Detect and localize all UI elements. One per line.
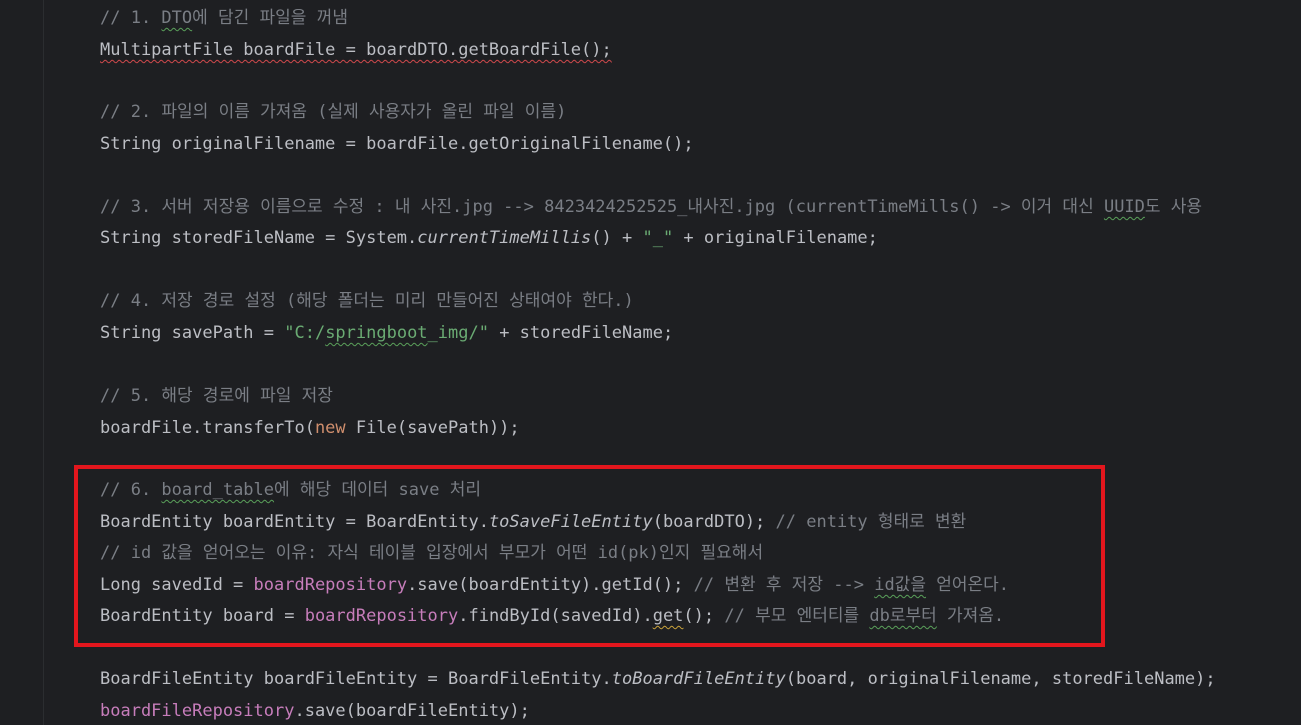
editor-gutter [0, 0, 44, 725]
code-token: BoardFileEntity boardFileEntity = BoardF… [100, 669, 612, 689]
comment-token: // 2. 파일의 이름 가져옴 (실제 사용자가 올린 파일 이름) [100, 102, 567, 122]
code-line-5[interactable]: // 3. 서버 저장용 이름으로 수정 : 내 사진.jpg --> 8423… [100, 192, 1202, 222]
code-token: + storedFileName; [488, 323, 674, 343]
comment-token-spellcheck: db로부터 [869, 606, 937, 626]
code-token-warning: get [652, 606, 684, 626]
code-token: String savePath = [100, 323, 285, 343]
field-token: boardFileRepository [100, 701, 295, 721]
comment-token: 얻어온다. [925, 575, 1009, 595]
comment-token-spellcheck: UUID [1103, 197, 1145, 217]
code-line-17[interactable]: boardFileRepository.save(boardFileEntity… [100, 696, 530, 725]
code-token: String originalFilename = boardFile.getO… [100, 134, 694, 154]
static-method-token: currentTimeMillis [417, 228, 592, 248]
code-token: .save(boardEntity).getId(); [407, 575, 694, 595]
static-method-token: toSaveFileEntity [488, 512, 653, 532]
field-token: boardRepository [253, 575, 408, 595]
static-method-token: toBoardFileEntity [611, 669, 786, 689]
code-token: boardFile.transferTo( [100, 418, 315, 438]
comment-token-spellcheck: DTO [161, 8, 193, 28]
comment-token: 도 사용 [1144, 197, 1203, 217]
comment-token: // 부모 엔터티를 [724, 606, 870, 626]
code-line-7[interactable]: // 4. 저장 경로 설정 (해당 폴더는 미리 만들어진 상태여야 한다.) [100, 286, 634, 316]
code-line-12[interactable]: BoardEntity boardEntity = BoardEntity.to… [100, 507, 966, 537]
code-token: (); [683, 606, 725, 626]
code-line-9[interactable]: // 5. 해당 경로에 파일 저장 [100, 381, 333, 411]
code-token: (board, originalFilename, storedFileName… [785, 669, 1216, 689]
code-line-8[interactable]: String savePath = "C:/springboot_img/" +… [100, 318, 673, 348]
code-token: .findById(savedId). [458, 606, 653, 626]
keyword-token: new [314, 418, 346, 438]
code-line-3[interactable]: // 2. 파일의 이름 가져옴 (실제 사용자가 올린 파일 이름) [100, 97, 566, 127]
code-token: BoardEntity boardEntity = BoardEntity. [100, 512, 489, 532]
field-token: boardRepository [304, 606, 459, 626]
comment-token: // 4. 저장 경로 설정 (해당 폴더는 미리 만들어진 상태여야 한다.) [100, 291, 634, 311]
comment-token: // 5. 해당 경로에 파일 저장 [100, 386, 333, 406]
code-line-14[interactable]: Long savedId = boardRepository.save(boar… [100, 570, 1009, 600]
comment-token: 가져옴. [936, 606, 1005, 626]
code-line-15[interactable]: BoardEntity board = boardRepository.find… [100, 601, 1004, 631]
code-token: () + [591, 228, 643, 248]
code-token: Long savedId = [100, 575, 254, 595]
string-token: _img/" [427, 323, 489, 343]
code-line-10[interactable]: boardFile.transferTo(new File(savePath))… [100, 413, 520, 443]
comment-token-spellcheck: board_table [161, 480, 275, 500]
comment-token: 에 해당 데이터 save 처리 [274, 480, 482, 500]
comment-token: // entity 형태로 변환 [775, 512, 967, 532]
code-token: (boardDTO); [652, 512, 776, 532]
code-token: String storedFileName = System. [100, 228, 418, 248]
code-line-1[interactable]: // 1. DTO에 담긴 파일을 꺼냄 [100, 3, 348, 33]
code-line-13[interactable]: // id 값을 얻어오는 이유: 자식 테이블 입장에서 부모가 어떤 id(… [100, 538, 763, 568]
string-token: "C:/ [284, 323, 326, 343]
code-line-16[interactable]: BoardFileEntity boardFileEntity = BoardF… [100, 664, 1216, 694]
code-token: + originalFilename; [673, 228, 878, 248]
code-token: File(savePath)); [345, 418, 520, 438]
code-line-6[interactable]: String storedFileName = System.currentTi… [100, 223, 878, 253]
code-token: MultipartFile boardFile = boardDTO.getBo… [100, 40, 612, 60]
code-token: BoardEntity board = [100, 606, 305, 626]
comment-token: // 변환 후 저장 --> [693, 575, 875, 595]
comment-token: // 3. 서버 저장용 이름으로 수정 : 내 사진.jpg --> 8423… [100, 197, 1104, 217]
comment-token: // 6. [100, 480, 162, 500]
string-token-spellcheck: springboot [325, 323, 428, 343]
code-editor[interactable]: // 1. DTO에 담긴 파일을 꺼냄 MultipartFile board… [0, 0, 1301, 725]
comment-token: // 1. [100, 8, 162, 28]
string-token: "_" [642, 228, 674, 248]
code-line-4[interactable]: String originalFilename = boardFile.getO… [100, 129, 694, 159]
comment-token-spellcheck: id값을 [874, 575, 926, 595]
code-token: .save(boardFileEntity); [294, 701, 530, 721]
comment-token: 에 담긴 파일을 꺼냄 [192, 8, 348, 28]
code-line-2-error[interactable]: MultipartFile boardFile = boardDTO.getBo… [100, 35, 612, 65]
code-line-11[interactable]: // 6. board_table에 해당 데이터 save 처리 [100, 475, 481, 505]
comment-token: // id 값을 얻어오는 이유: 자식 테이블 입장에서 부모가 어떤 id(… [100, 543, 764, 563]
